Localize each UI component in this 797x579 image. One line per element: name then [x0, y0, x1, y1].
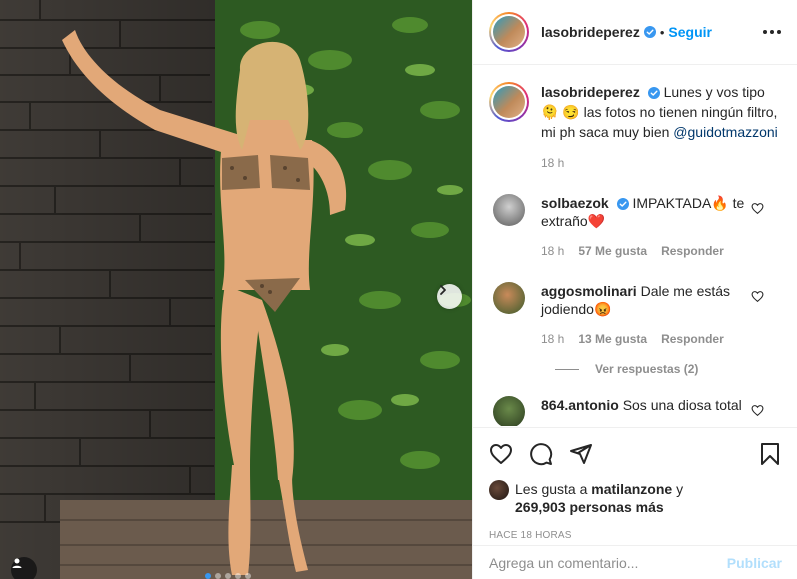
- view-replies-button[interactable]: Ver respuestas (2): [555, 362, 782, 376]
- like-heart-icon[interactable]: [489, 442, 513, 466]
- photo-illustration: [0, 0, 472, 579]
- comments-list[interactable]: lasobrideperez Lunes y vos tipo 🫠 😏 las …: [473, 66, 797, 426]
- carousel-dot: [215, 573, 221, 579]
- action-bar: [489, 428, 782, 480]
- likes-prefix: Les gusta a: [515, 481, 588, 497]
- post-side-panel: lasobrideperez • Seguir lasobrideperez L…: [472, 0, 797, 579]
- publish-button[interactable]: Publicar: [727, 555, 782, 571]
- post-actions-area: Les gusta a matilanzone y 269,903 person…: [473, 427, 797, 541]
- share-send-icon[interactable]: [569, 442, 593, 466]
- comment-time[interactable]: 18 h: [541, 332, 564, 346]
- post-header: lasobrideperez • Seguir: [473, 0, 797, 65]
- comment-time[interactable]: 18 h: [541, 244, 564, 258]
- post-caption: lasobrideperez Lunes y vos tipo 🫠 😏 las …: [489, 82, 782, 142]
- caption-meta: 18 h: [541, 156, 782, 170]
- comment-input[interactable]: [489, 554, 727, 571]
- comment-username[interactable]: aggosmolinari: [541, 283, 637, 299]
- carousel-dot: [245, 573, 251, 579]
- comment-avatar[interactable]: [493, 396, 525, 426]
- view-replies-label: Ver respuestas (2): [595, 362, 699, 376]
- comment-username[interactable]: solbaezok: [541, 195, 609, 211]
- post-photo[interactable]: [0, 0, 472, 579]
- like-comment-heart-icon[interactable]: [751, 404, 764, 417]
- more-options-icon[interactable]: [763, 30, 781, 34]
- user-icon: [12, 558, 22, 568]
- verified-badge-icon: [616, 198, 629, 211]
- caption-avatar[interactable]: [489, 82, 529, 122]
- comment-text: Sos una diosa total: [622, 397, 742, 413]
- comment-likes[interactable]: 13 Me gusta: [578, 332, 647, 346]
- likes-joiner: y: [676, 481, 684, 497]
- like-comment-heart-icon[interactable]: [751, 290, 764, 303]
- follow-button[interactable]: Seguir: [668, 24, 712, 40]
- comment-bubble-icon[interactable]: [529, 442, 553, 466]
- comment-meta: 18 h 13 Me gusta Responder: [541, 332, 771, 346]
- likes-user-link[interactable]: matilanzone: [591, 481, 672, 497]
- likes-count-link[interactable]: 269,903 personas más: [515, 499, 664, 515]
- comment-reply-button[interactable]: Responder: [661, 332, 724, 346]
- carousel-dot: [235, 573, 241, 579]
- verified-badge-icon: [643, 26, 656, 38]
- caption-username[interactable]: lasobrideperez: [541, 84, 640, 100]
- caption-time[interactable]: 18 h: [541, 156, 564, 170]
- caption-text: lasobrideperez Lunes y vos tipo 🫠 😏 las …: [541, 82, 781, 142]
- carousel-dot: [225, 573, 231, 579]
- comment-meta: 18 h 57 Me gusta Responder: [541, 244, 771, 258]
- like-comment-heart-icon[interactable]: [751, 202, 764, 215]
- caption-mention-link[interactable]: @guidotmazzoni: [673, 124, 778, 140]
- avatar-image: [493, 16, 525, 48]
- comment-item: 864.antonio Sos una diosa total: [489, 396, 782, 426]
- bookmark-save-icon[interactable]: [758, 442, 782, 466]
- header-username[interactable]: lasobrideperez: [541, 24, 640, 40]
- carousel-indicator: [205, 573, 251, 579]
- avatar[interactable]: [489, 12, 529, 52]
- comment-username[interactable]: 864.antonio: [541, 397, 619, 413]
- comment-reply-button[interactable]: Responder: [661, 244, 724, 258]
- likes-summary: Les gusta a matilanzone y 269,903 person…: [489, 480, 782, 516]
- chevron-right-icon: [440, 285, 446, 295]
- liker-avatar[interactable]: [489, 480, 509, 500]
- comment-likes[interactable]: 57 Me gusta: [578, 244, 647, 258]
- comment-item: solbaezok IMPAKTADA🔥 te extraño❤️ 18 h 5…: [489, 194, 782, 258]
- comment-avatar[interactable]: [493, 194, 525, 226]
- tagged-users-button[interactable]: [11, 557, 37, 579]
- comment-item: aggosmolinari Dale me estás jodiendo😡 18…: [489, 282, 782, 346]
- carousel-next-button[interactable]: [437, 284, 462, 309]
- comment-avatar[interactable]: [493, 282, 525, 314]
- verified-badge-icon: [647, 87, 660, 100]
- post-time-ago[interactable]: HACE 18 HORAS: [489, 530, 782, 541]
- header-separator: •: [659, 24, 665, 40]
- carousel-dot: [205, 573, 211, 579]
- add-comment-bar: Publicar: [473, 545, 797, 579]
